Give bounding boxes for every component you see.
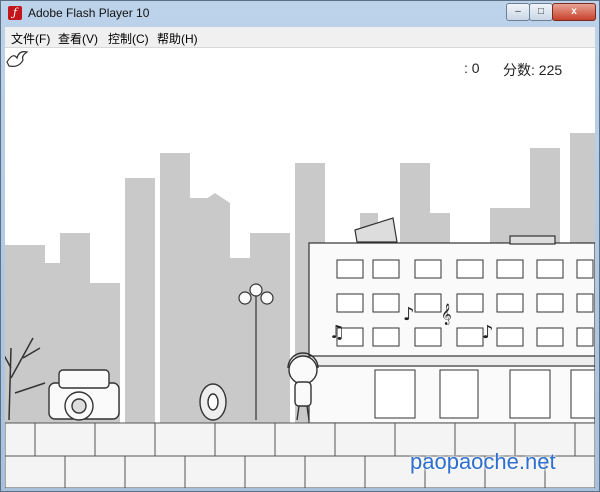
window-title: Adobe Flash Player 10 [28,6,150,20]
music-note-icon: ♪ [403,304,415,325]
menu-view[interactable]: 查看(V) [58,30,98,47]
menu-file[interactable]: 文件(F) [11,30,50,47]
watermark-text: paopaoche.net [410,449,556,474]
game-scene: ♫ ♪ 𝄞 ♪ [5,133,595,488]
old-car [48,369,120,421]
minimize-button[interactable]: – [506,3,530,21]
title-bar[interactable]: ƒ Adobe Flash Player 10 – □ x [1,1,599,27]
game-stage[interactable]: ♫ ♪ 𝄞 ♪: 0 分数: 225 paopaoche.net [5,48,595,488]
menu-bar: 文件(F) 查看(V) 控制(C) 帮助(H) [5,27,595,48]
music-note-icon: ♫ [329,322,345,343]
menu-help[interactable]: 帮助(H) [157,30,198,47]
rolling-tire [199,383,227,421]
music-note-icon: ♪ [482,322,494,343]
dove-icon [6,51,29,67]
flash-icon: ƒ [8,6,22,20]
menu-control[interactable]: 控制(C) [108,30,149,47]
app-window: ƒ Adobe Flash Player 10 – □ x 文件(F) 查看(V… [0,0,600,492]
maximize-button[interactable]: □ [529,3,553,21]
close-button[interactable]: x [552,3,596,21]
lives-counter: : 0 [464,60,480,76]
score-counter: 分数: 225 [503,62,563,78]
music-note-icon: 𝄞 [441,304,452,325]
